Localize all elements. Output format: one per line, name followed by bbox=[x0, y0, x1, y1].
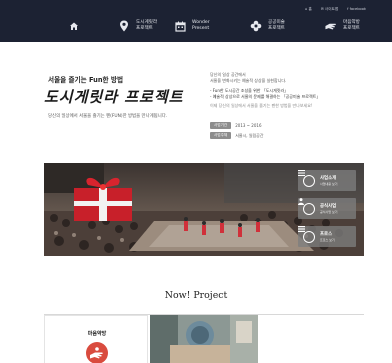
org-row: 사업주체 서울시, 일림공간 bbox=[210, 132, 264, 139]
location-pin-icon bbox=[118, 20, 130, 32]
menu-label: Wonder Present bbox=[192, 20, 210, 31]
person-icon bbox=[298, 198, 315, 215]
button-title: 사업소개 bbox=[320, 175, 337, 181]
util-link-home[interactable]: ⌂ 홈 bbox=[305, 7, 312, 12]
photo-banner: 사업소개 사업내용 보기 공식사업 공식사업 보기 프로스 프로스 보기 bbox=[44, 163, 364, 256]
top-navigation: ⌂ 홈 ✉ 사이트맵 f facebook 도시게릿라 프로젝트 Wonder … bbox=[0, 0, 392, 42]
project-info: 당신의 일상 공간에서 서울을 변화시키는 예술적 상상을 실현합니다. - F… bbox=[210, 72, 350, 109]
menu-label: 마음약방 프로젝트 bbox=[343, 20, 360, 31]
mind-pharmacy-logo bbox=[86, 342, 108, 363]
menu-label: 도시게릿라 프로젝트 bbox=[136, 20, 158, 31]
button-subtitle: 프로스 보기 bbox=[320, 237, 335, 242]
button-subtitle: 공식사업 보기 bbox=[320, 209, 338, 214]
button-subtitle: 사업내용 보기 bbox=[320, 181, 338, 186]
menu-item-wonder-present[interactable]: Wonder Present bbox=[174, 14, 232, 38]
project-card-mind-pharmacy[interactable]: 마음약방 bbox=[44, 315, 148, 363]
org-value: 서울시, 일림공간 bbox=[235, 132, 264, 138]
menu-item-public-art[interactable]: 공공미술 프로젝트 bbox=[250, 14, 308, 38]
process-button[interactable]: 프로스 프로스 보기 bbox=[298, 226, 356, 247]
menu-label: 공공미술 프로젝트 bbox=[268, 20, 285, 31]
home-icon bbox=[68, 20, 80, 32]
menu-item-home[interactable] bbox=[68, 14, 80, 38]
flower-icon bbox=[250, 20, 262, 32]
project-card-photo[interactable] bbox=[150, 315, 258, 363]
menu-item-urban-street[interactable]: 도시게릿라 프로젝트 bbox=[118, 14, 176, 38]
hero-description: 당신의 일상에서 서울을 즐기는 펜(FUN)한 방법을 만나게됩니다. bbox=[48, 114, 168, 119]
now-project-heading: Now! Project bbox=[164, 290, 228, 301]
period-row: 사업기간 2013 ~ 2016 bbox=[210, 122, 262, 129]
util-link-sitemap[interactable]: ✉ 사이트맵 bbox=[321, 7, 338, 12]
hand-icon bbox=[325, 20, 337, 32]
calendar-icon bbox=[174, 20, 186, 32]
menu-item-mind-pharmacy[interactable]: 마음약방 프로젝트 bbox=[325, 14, 383, 38]
utility-links: ⌂ 홈 ✉ 사이트맵 f facebook bbox=[305, 7, 366, 12]
card-label: 마음약방 bbox=[87, 331, 107, 337]
util-link-facebook[interactable]: f facebook bbox=[347, 7, 366, 12]
main-menu: 도시게릿라 프로젝트 Wonder Present 공공미술 프로젝트 마음약방… bbox=[0, 14, 392, 38]
org-label: 사업주체 bbox=[210, 132, 232, 139]
button-title: 공식사업 bbox=[320, 203, 337, 209]
period-label: 사업기간 bbox=[210, 122, 232, 129]
period-value: 2013 ~ 2016 bbox=[235, 123, 262, 128]
official-project-button[interactable]: 공식사업 공식사업 보기 bbox=[298, 198, 356, 219]
list-icon bbox=[298, 170, 315, 187]
info-line: 이제 당신의 일상에서 서울을 즐기는 펜한 방법을 만나보세요! bbox=[210, 103, 313, 109]
hero-tagline: 서울을 즐기는 Fun한 방법 bbox=[48, 76, 124, 84]
menu-icon bbox=[298, 226, 315, 243]
project-photo bbox=[150, 315, 258, 363]
page-title: 도시게릿라 프로젝트 bbox=[44, 88, 184, 106]
project-intro-button[interactable]: 사업소개 사업내용 보기 bbox=[298, 170, 356, 191]
